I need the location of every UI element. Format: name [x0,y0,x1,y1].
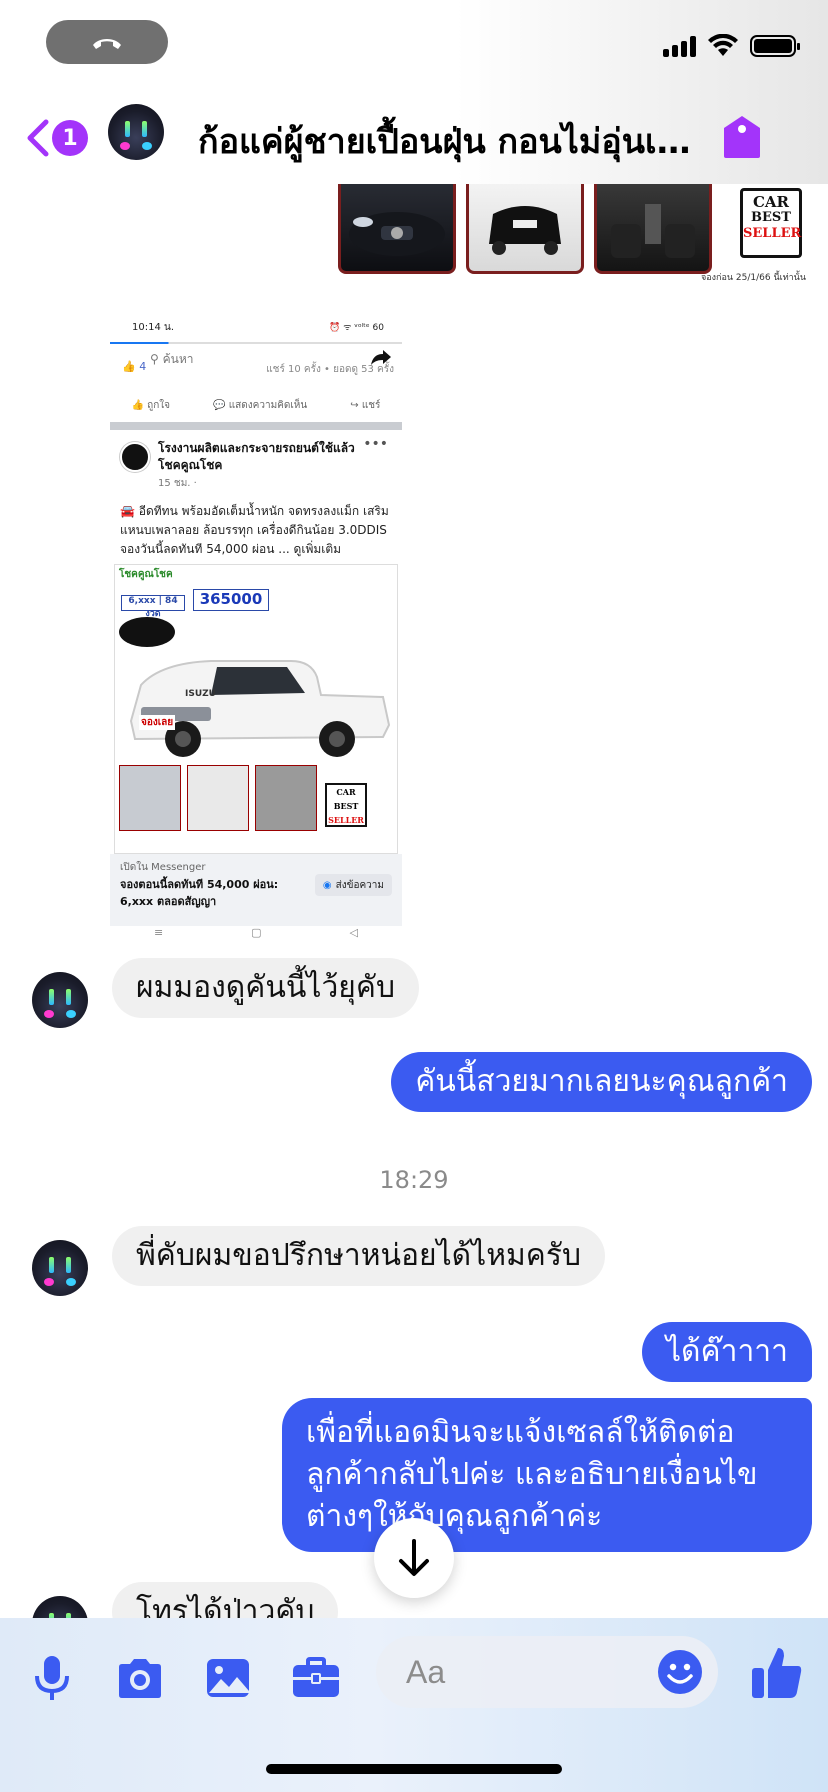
messenger-icon: ◉ [322,879,332,891]
page-logo [120,442,150,472]
menu-icon: ≡ [153,926,164,939]
reaction-count: 4 [139,360,147,373]
chevron-left-icon [27,119,49,157]
share-arrow-icon [371,350,391,365]
ad-badge-line-2: BEST [333,801,359,811]
badge-line-3: SELLER [743,226,802,241]
ad-price: 365000 [193,589,269,611]
like-action: 👍 ถูกใจ [131,399,171,411]
business-tools-button[interactable] [286,1648,346,1708]
scroll-to-bottom-button[interactable] [374,1518,454,1598]
like-label: ถูกใจ [147,399,171,411]
incoming-message[interactable]: ผมมองดูคันนี้ไว้ยุคับ [112,958,419,1018]
camera-icon [119,1659,161,1698]
divider [110,422,402,430]
chat-header: 1 ก้อแค่ผู้ชายเปื้อนฝุ่น กอนไม่อุ่นเห... [0,90,828,184]
ad-badge-line-1: CAR [336,787,356,797]
share-label: แชร์ [361,399,381,411]
message-composer: Aa [0,1618,828,1792]
car-interior-graphic [611,204,695,258]
home-icon: ▢ [251,926,262,939]
back-icon: ◁ [349,926,359,939]
ad-reserved-label: จองเลย [139,715,176,730]
car-rear-graphic [489,206,561,255]
pickup-truck-graphic [129,660,391,757]
car-photo-interior [594,180,712,274]
status-icons [663,34,800,58]
message-input-placeholder: Aa [406,1654,446,1690]
microphone-icon [35,1656,69,1700]
footer-caption: จองตอนนี้ลดทันที 54,000 ผ่อน: 6,xxx ตลอด… [120,878,279,908]
screenshot-progress [110,342,402,344]
share-action: ↪ แชร์ [350,399,381,411]
outgoing-message[interactable]: ได้ค๊าาาา [641,1322,812,1382]
incoming-message[interactable]: พี่คับผมขอปรึกษาหน่อยได้ไหมครับ [112,1226,606,1286]
unread-count-badge: 1 [52,120,88,156]
car-photo-front [338,180,456,274]
ad-thumb-1 [119,765,181,831]
outgoing-message[interactable]: เพื่อที่แอดมินจะแจ้งเซลล์ให้ติดต่อลูกค้า… [282,1398,812,1552]
screenshot-nav-bar: ≡ ▢ ◁ [110,926,402,944]
thumbs-up-icon[interactable] [748,1644,804,1700]
post-time: 15 ชม. · [158,478,197,489]
image-icon [207,1659,249,1697]
microphone-button[interactable] [22,1648,82,1708]
page-name: โรงงานผลิตและกระจายรถยนต์ใช้แล้ว โชคคูณโ… [158,441,355,472]
home-indicator [266,1764,562,1774]
gallery-button[interactable] [198,1648,258,1708]
send-message-button: ◉ ส่งข้อความ [314,874,392,896]
car-front-graphic [349,212,445,256]
post-footer: เปิดใน Messenger จองตอนนี้ลดทันที 54,000… [110,854,402,926]
timestamp: 18:29 [379,1166,449,1194]
contact-avatar[interactable] [108,104,164,160]
arrow-down-icon [399,1539,429,1576]
badge-line-1: CAR [752,193,790,211]
ad-installment: 6,xxx | 84 งวด [121,595,185,619]
phone-hangup-icon [93,39,121,49]
tag-icon[interactable] [720,114,764,160]
previous-image-attachment[interactable]: CAR BEST SELLER จองก่อน 25/1/66 นี้เท่าน… [336,180,806,284]
more-options-icon: ••• [363,436,388,452]
ad-thumb-3 [255,765,317,831]
battery-icon [750,35,800,57]
via-messenger: เปิดใน Messenger [120,862,206,873]
ad-image: โชคคูณโชค 6,xxx | 84 งวด 365000 จองเลย I… [114,564,398,854]
ad-header: โชคคูณโชค [119,569,173,580]
cellular-signal-icon [663,35,696,57]
chat-title[interactable]: ก้อแค่ผู้ชายเปื้อนฝุ่น กอนไม่อุ่นเห... [198,114,698,168]
ad-thumb-2 [187,765,249,831]
badge-line-2: BEST [751,210,791,225]
send-message-label: ส่งข้อความ [335,879,384,891]
active-call-pill[interactable] [46,20,168,64]
comment-label: แสดงความคิดเห็น [228,399,308,411]
briefcase-icon [293,1657,339,1697]
back-button[interactable]: 1 [24,118,88,158]
status-bar [0,0,828,90]
contact-avatar[interactable] [32,972,88,1028]
message-input[interactable]: Aa [376,1636,718,1708]
comment-action: 💬 แสดงความคิดเห็น [213,399,308,411]
reaction-summary: 👍 4 [122,360,147,373]
screenshot-status-icons: ⏰ ᯤ ᵛᵒˡᵗᵉ 60 [329,323,384,333]
screenshot-status-time: 10:14 น. [132,322,175,333]
contact-avatar[interactable] [32,1240,88,1296]
promo-caption: จองก่อน 25/1/66 นี้เท่านั้น [700,273,806,283]
ad-badge-line-3: SELLER [328,815,364,825]
shared-post-screenshot[interactable]: 10:14 น. ⏰ ᯤ ᵛᵒˡᵗᵉ 60 ⚲ ค้นหา 👍 4 แชร์ 1… [110,308,402,944]
ad-brand: ISUZU [185,689,216,699]
search-placeholder: ค้นหา [162,352,194,366]
wifi-icon [708,34,738,56]
emoji-icon[interactable] [656,1648,704,1696]
car-photo-rear [466,180,584,274]
ad-best-seller-badge: CAR BEST SELLER [325,783,367,827]
search-icon: ⚲ [150,352,163,366]
outgoing-message[interactable]: คันนี้สวยมากเลยนะคุณลูกค้า [391,1052,812,1112]
post-actions: 👍 ถูกใจ 💬 แสดงความคิดเห็น ↪ แชร์ [110,388,402,422]
camera-button[interactable] [110,1648,170,1708]
post-body: 🚘 อีดทีทน พร้อมอัดเต็มน้ำหนัก จดทรงลงแม็… [120,504,389,556]
car-best-seller-badge: CAR BEST SELLER [740,188,802,258]
